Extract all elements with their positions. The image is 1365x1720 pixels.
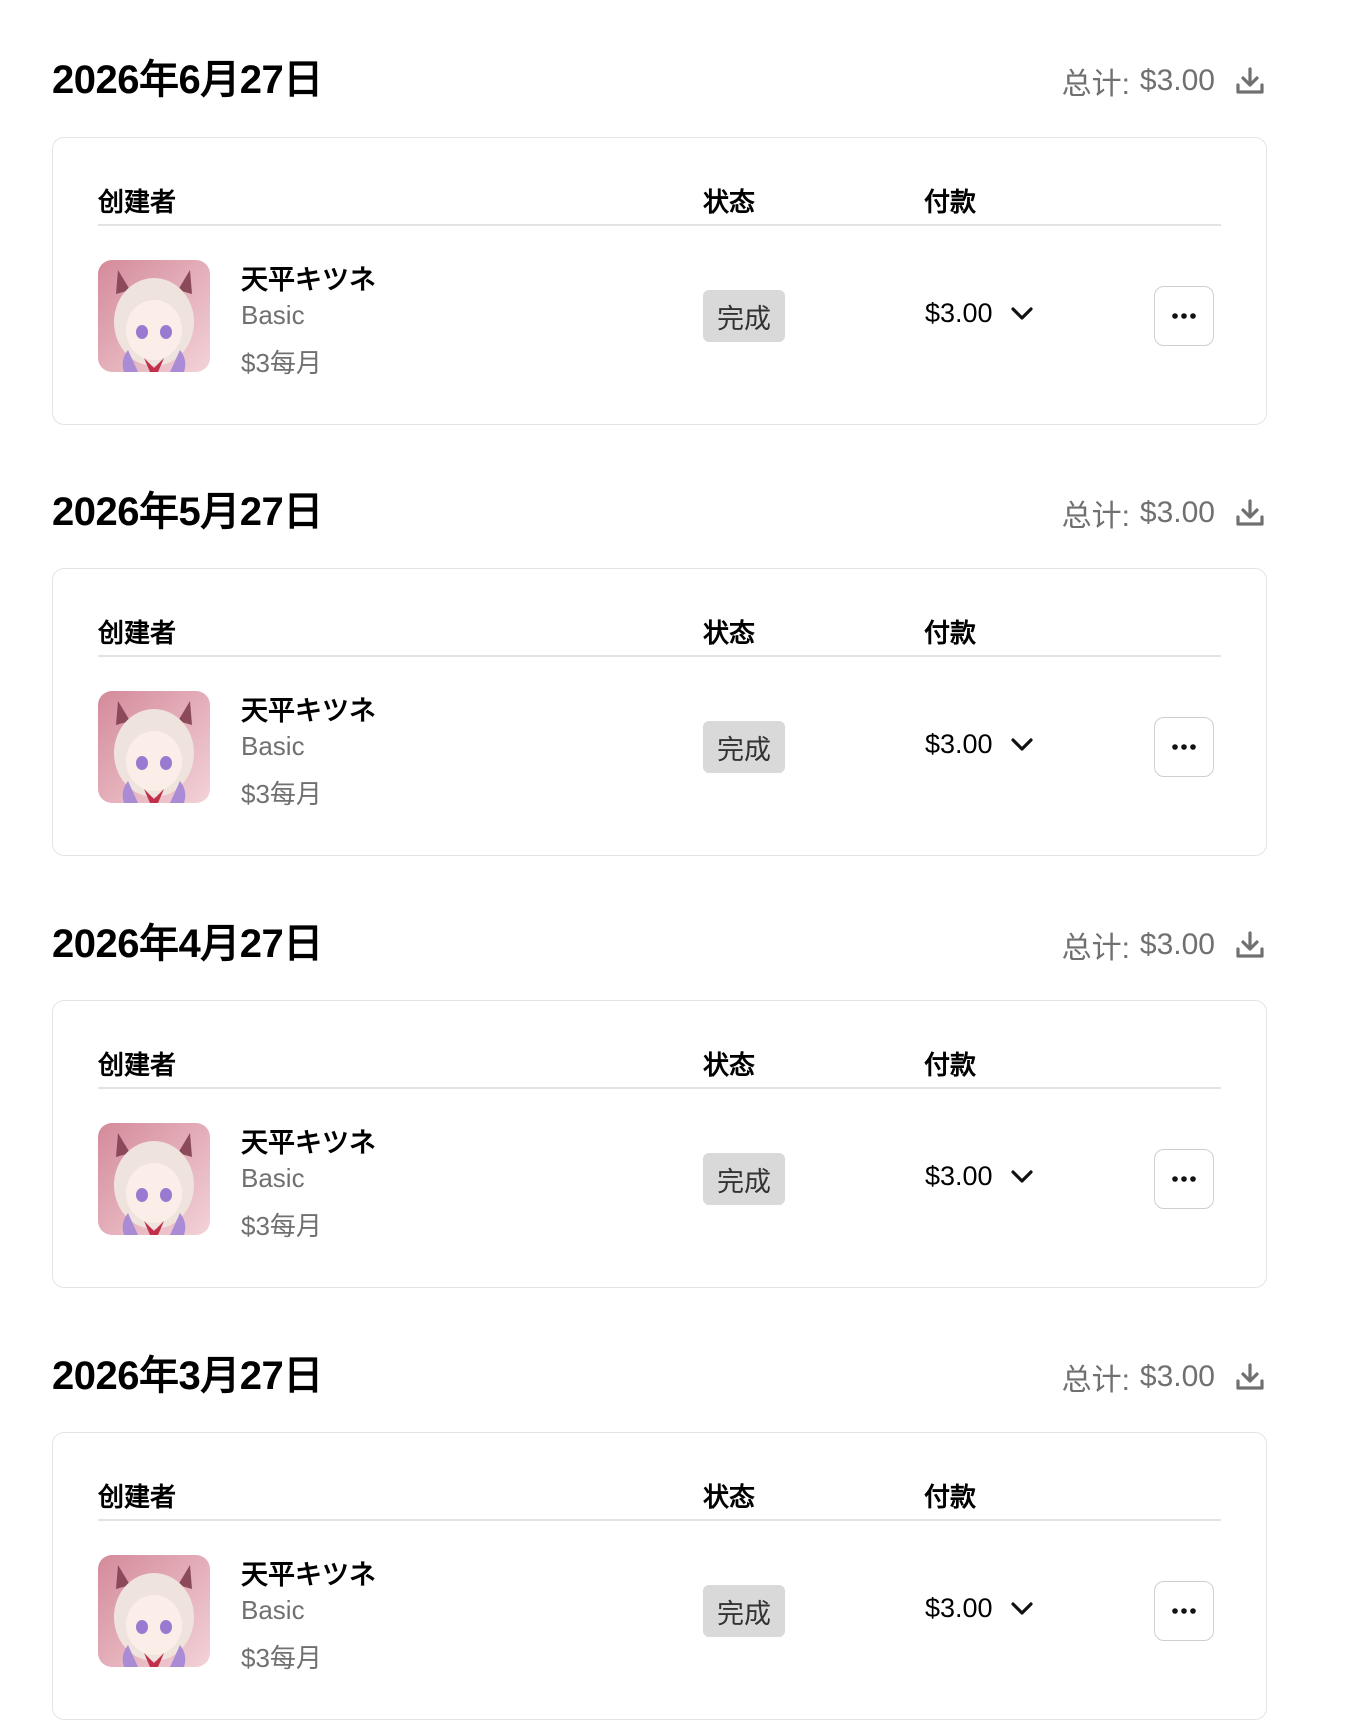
more-options-button[interactable] (1154, 717, 1214, 777)
section-total: 总计: $3.00 (1062, 1352, 1267, 1402)
payment-amount: $3.00 (925, 729, 993, 759)
column-header-creator: 创建者 (98, 187, 177, 217)
section-header: 2026年3月27日 总计: $3.00 (52, 1346, 1267, 1406)
total-label: 总计: (1061, 68, 1130, 101)
column-header-creator: 创建者 (98, 1482, 177, 1512)
payment-amount: $3.00 (925, 1161, 993, 1191)
avatar (98, 1555, 210, 1667)
download-icon[interactable] (1233, 64, 1267, 98)
tier-name: Basic (241, 1595, 305, 1625)
column-header-payment: 付款 (924, 618, 977, 648)
more-options-button[interactable] (1154, 1149, 1214, 1209)
creator-name[interactable]: 天平キツネ (241, 1121, 376, 1160)
column-header-creator: 创建者 (98, 618, 177, 648)
download-icon[interactable] (1233, 1360, 1267, 1394)
status-badge: 完成 (703, 1153, 785, 1205)
status-badge: 完成 (703, 290, 785, 342)
more-options-button[interactable] (1154, 286, 1214, 346)
section-header: 2026年6月27日 总计: $3.00 (52, 50, 1267, 110)
receipt-card: 创建者 状态 付款 天平キツネ Basic $3每月 完成 $3.00 (52, 1432, 1267, 1720)
tier-name: Basic (241, 1163, 305, 1193)
column-header-status: 状态 (703, 187, 756, 217)
section-date: 2026年6月27日 (52, 58, 323, 102)
status-badge: 完成 (703, 721, 785, 773)
column-header-creator: 创建者 (98, 1050, 177, 1080)
table-header: 创建者 状态 付款 (98, 178, 1221, 226)
ellipsis-icon (1172, 744, 1196, 750)
receipt-section: 2026年4月27日 总计: $3.00 创建者 状态 付款 天平キツネ Bas… (52, 914, 1267, 1288)
table-header: 创建者 状态 付款 (98, 1041, 1221, 1089)
payment-amount: $3.00 (925, 298, 993, 328)
table-row: 天平キツネ Basic $3每月 完成 $3.00 (98, 1121, 1221, 1241)
avatar (98, 691, 210, 803)
table-header: 创建者 状态 付款 (98, 609, 1221, 657)
section-total: 总计: $3.00 (1062, 920, 1267, 970)
payment-amount-toggle[interactable]: $3.00 (925, 298, 1033, 329)
payment-amount: $3.00 (925, 1593, 993, 1623)
chevron-down-icon (1010, 306, 1033, 321)
column-header-payment: 付款 (924, 1482, 977, 1512)
table-header: 创建者 状态 付款 (98, 1473, 1221, 1521)
more-options-button[interactable] (1154, 1581, 1214, 1641)
section-header: 2026年5月27日 总计: $3.00 (52, 482, 1267, 542)
column-header-payment: 付款 (924, 1050, 977, 1080)
section-total: 总计: $3.00 (1062, 56, 1267, 106)
total-amount: $3.00 (1139, 64, 1215, 97)
avatar (98, 1123, 210, 1235)
section-date: 2026年3月27日 (52, 1354, 323, 1398)
column-header-status: 状态 (703, 1050, 756, 1080)
table-row: 天平キツネ Basic $3每月 完成 $3.00 (98, 1553, 1221, 1673)
column-header-status: 状态 (703, 618, 756, 648)
download-icon[interactable] (1233, 496, 1267, 530)
column-header-payment: 付款 (924, 187, 977, 217)
tier-price: $3每月 (241, 348, 322, 378)
total-amount: $3.00 (1139, 496, 1215, 529)
tier-price: $3每月 (241, 779, 322, 809)
table-row: 天平キツネ Basic $3每月 完成 $3.00 (98, 689, 1221, 809)
total-label: 总计: (1061, 500, 1130, 533)
chevron-down-icon (1010, 1169, 1033, 1184)
total-label: 总计: (1061, 1364, 1130, 1397)
payment-amount-toggle[interactable]: $3.00 (925, 729, 1033, 760)
status-badge: 完成 (703, 1585, 785, 1637)
total-label: 总计: (1061, 932, 1130, 965)
avatar (98, 260, 210, 372)
creator-name[interactable]: 天平キツネ (241, 258, 376, 297)
tier-name: Basic (241, 300, 305, 330)
tier-name: Basic (241, 731, 305, 761)
section-header: 2026年4月27日 总计: $3.00 (52, 914, 1267, 974)
receipt-card: 创建者 状态 付款 天平キツネ Basic $3每月 完成 $3.00 (52, 568, 1267, 856)
total-amount: $3.00 (1139, 1360, 1215, 1393)
ellipsis-icon (1172, 313, 1196, 319)
section-date: 2026年4月27日 (52, 922, 323, 966)
receipt-section: 2026年3月27日 总计: $3.00 创建者 状态 付款 天平キツネ Bas… (52, 1346, 1267, 1720)
chevron-down-icon (1010, 1601, 1033, 1616)
creator-name[interactable]: 天平キツネ (241, 1553, 376, 1592)
receipt-section: 2026年5月27日 总计: $3.00 创建者 状态 付款 天平キツネ Bas… (52, 482, 1267, 856)
creator-name[interactable]: 天平キツネ (241, 689, 376, 728)
receipt-card: 创建者 状态 付款 天平キツネ Basic $3每月 完成 $3.00 (52, 137, 1267, 425)
download-icon[interactable] (1233, 928, 1267, 962)
payment-amount-toggle[interactable]: $3.00 (925, 1593, 1033, 1624)
tier-price: $3每月 (241, 1211, 322, 1241)
tier-price: $3每月 (241, 1643, 322, 1673)
total-amount: $3.00 (1139, 928, 1215, 961)
section-total: 总计: $3.00 (1062, 488, 1267, 538)
chevron-down-icon (1010, 737, 1033, 752)
column-header-status: 状态 (703, 1482, 756, 1512)
ellipsis-icon (1172, 1176, 1196, 1182)
table-row: 天平キツネ Basic $3每月 完成 $3.00 (98, 258, 1221, 378)
receipt-card: 创建者 状态 付款 天平キツネ Basic $3每月 完成 $3.00 (52, 1000, 1267, 1288)
ellipsis-icon (1172, 1608, 1196, 1614)
receipt-section: 2026年6月27日 总计: $3.00 创建者 状态 付款 天平キツネ Bas… (52, 50, 1267, 425)
section-date: 2026年5月27日 (52, 490, 323, 534)
payment-amount-toggle[interactable]: $3.00 (925, 1161, 1033, 1192)
